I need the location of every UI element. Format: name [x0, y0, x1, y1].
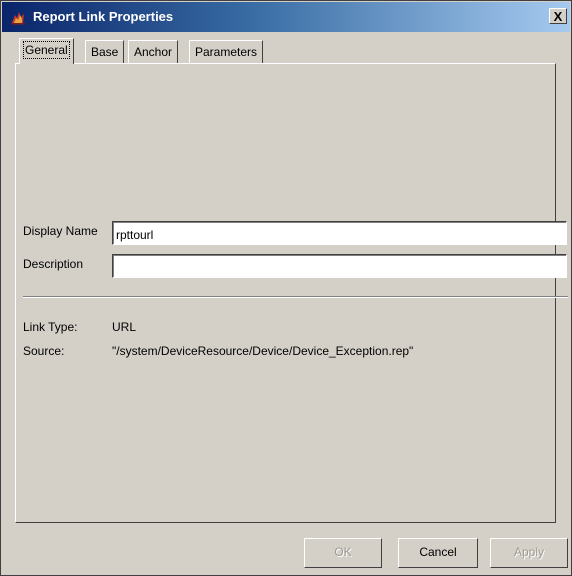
close-icon[interactable]: X	[549, 8, 567, 24]
ok-button[interactable]: OK	[304, 538, 382, 568]
link-type-value: URL	[112, 320, 137, 334]
link-type-label: Link Type:	[23, 320, 78, 334]
tab-base-label: Base	[91, 45, 119, 59]
source-value: "/system/DeviceResource/Device/Device_Ex…	[112, 344, 414, 358]
tab-base[interactable]: Base	[85, 40, 125, 63]
tab-parameters[interactable]: Parameters	[189, 40, 264, 63]
cancel-button[interactable]: Cancel	[398, 538, 478, 568]
tab-general[interactable]: General	[19, 38, 74, 64]
display-name-input[interactable]	[112, 221, 567, 245]
tab-anchor-label: Anchor	[134, 45, 173, 59]
report-app-icon	[10, 9, 26, 25]
general-tab-panel	[15, 63, 556, 523]
window-title: Report Link Properties	[33, 9, 174, 24]
description-input[interactable]	[112, 254, 567, 278]
section-divider	[23, 296, 568, 298]
description-label: Description	[23, 257, 84, 271]
tab-parameters-label: Parameters	[195, 45, 258, 59]
report-link-properties-dialog: Report Link Properties X General Base An…	[0, 0, 572, 576]
title-bar[interactable]: Report Link Properties	[2, 2, 570, 32]
tab-anchor[interactable]: Anchor	[128, 40, 179, 63]
apply-button[interactable]: Apply	[490, 538, 568, 568]
tab-general-label: General	[23, 41, 70, 59]
source-label: Source:	[23, 344, 65, 358]
display-name-label: Display Name	[23, 224, 98, 238]
